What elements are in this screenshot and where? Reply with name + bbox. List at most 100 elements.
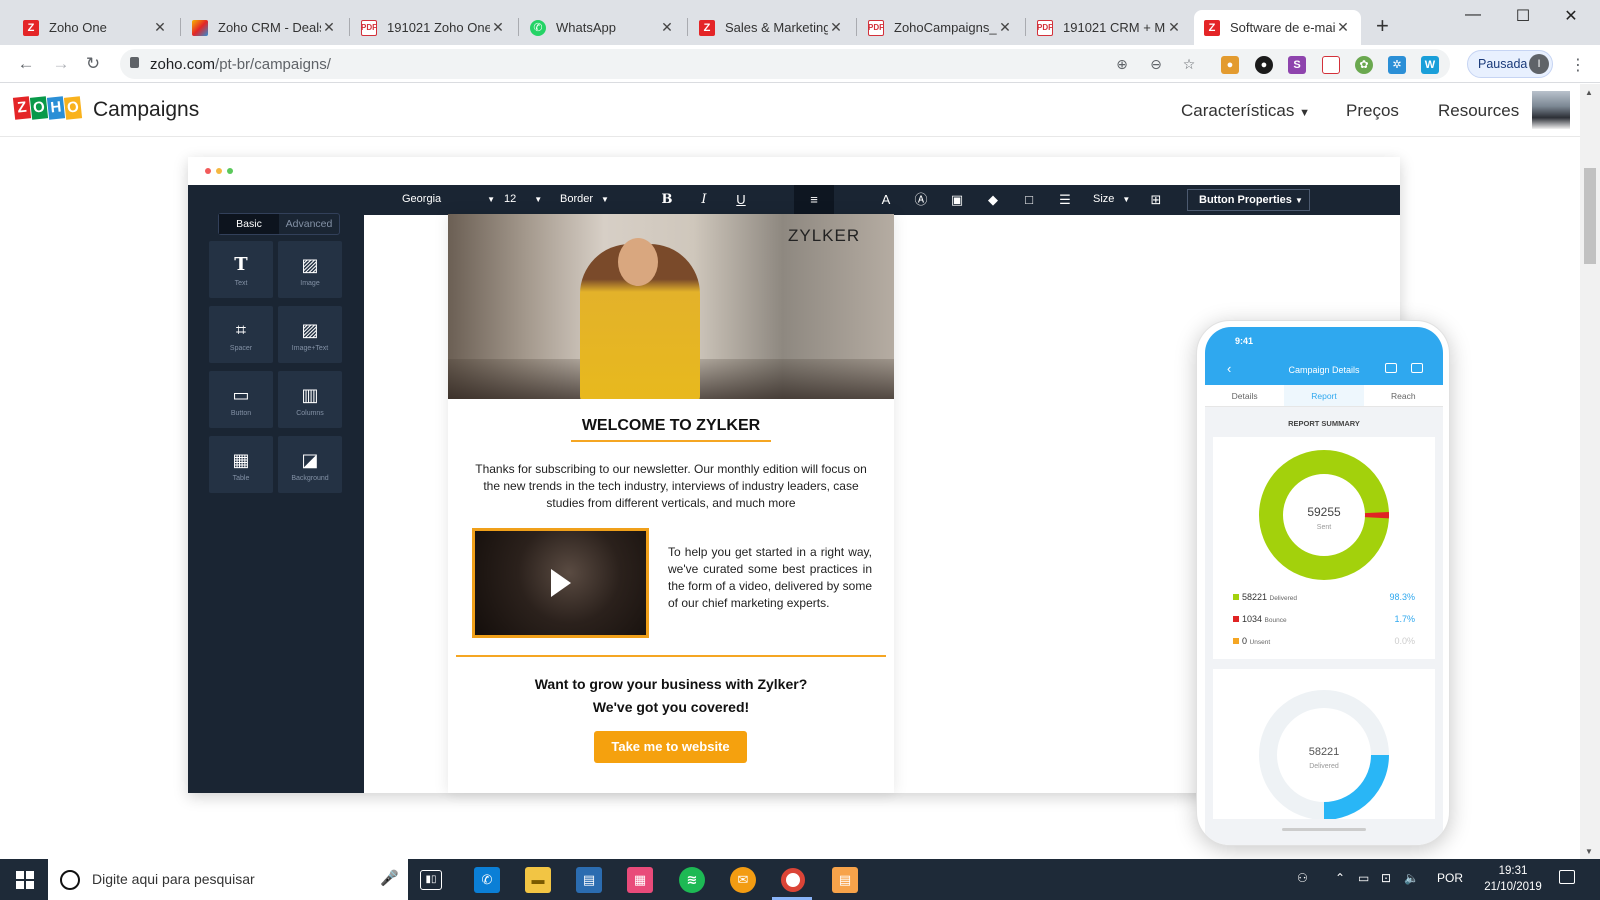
task-view-icon[interactable]: ▮▯ xyxy=(420,870,442,890)
whatsapp-taskbar-icon[interactable]: ✆ xyxy=(474,867,500,893)
cta-button[interactable]: Take me to website xyxy=(594,731,747,763)
block-spacer[interactable]: ⌗ Spacer xyxy=(209,306,273,363)
close-icon[interactable]: ✕ xyxy=(490,19,506,36)
font-size-select[interactable]: 12 ▼ xyxy=(504,193,542,205)
microphone-icon[interactable]: 🎤 xyxy=(380,869,399,887)
block-image[interactable]: ▨ Image xyxy=(278,241,342,298)
phone-tab-reach[interactable]: Reach xyxy=(1364,385,1443,406)
product-name[interactable]: Campaigns xyxy=(93,98,199,122)
block-background[interactable]: ◪ Background xyxy=(278,436,342,493)
scroll-down-icon[interactable]: ▼ xyxy=(1585,847,1593,856)
nav-pricing[interactable]: Preços xyxy=(1346,101,1399,121)
taskbar-search[interactable]: Digite aqui para pesquisar 🎤 xyxy=(48,859,408,900)
extension-w-icon[interactable]: W xyxy=(1421,56,1439,74)
underline-icon[interactable]: U xyxy=(732,191,750,209)
video-thumbnail[interactable] xyxy=(472,528,649,638)
button-properties-dropdown[interactable]: Button Properties ▼ xyxy=(1187,189,1310,211)
notifications-icon[interactable] xyxy=(1559,870,1575,884)
close-icon[interactable]: ✕ xyxy=(1335,19,1351,36)
notes-app-icon[interactable]: ▤ xyxy=(832,867,858,893)
align-center-icon[interactable]: ≡ xyxy=(805,191,823,209)
border-select[interactable]: Border ▼ xyxy=(560,193,609,205)
bold-icon[interactable]: B xyxy=(658,191,676,209)
tab-software-email[interactable]: Z Software de e-mai ✕ xyxy=(1194,10,1361,45)
language-indicator[interactable]: POR xyxy=(1437,871,1463,885)
tab-whatsapp[interactable]: ✆ WhatsApp ✕ xyxy=(520,10,685,45)
phone-tab-report[interactable]: Report xyxy=(1284,385,1364,406)
translate-icon[interactable]: ⊕ xyxy=(1114,56,1130,72)
close-icon[interactable]: ✕ xyxy=(152,19,168,36)
play-icon[interactable] xyxy=(551,569,571,597)
extension-pdf-icon[interactable] xyxy=(1322,56,1340,74)
tab-zohocampaigns-pdf[interactable]: PDF ZohoCampaigns_P ✕ xyxy=(858,10,1023,45)
scroll-up-icon[interactable]: ▲ xyxy=(1585,88,1593,97)
extension-gear-icon[interactable]: ✲ xyxy=(1388,56,1406,74)
maximize-button[interactable]: ☐ xyxy=(1500,6,1546,26)
nav-resources[interactable]: Resources xyxy=(1438,101,1519,121)
tab-191021-crm-mk[interactable]: PDF 191021 CRM + Mk ✕ xyxy=(1027,10,1192,45)
padding-icon[interactable]: ☰ xyxy=(1056,191,1074,209)
close-icon[interactable]: ✕ xyxy=(828,19,844,36)
mail-app-icon[interactable]: ✉ xyxy=(730,867,756,893)
link-icon[interactable]: ⊞ xyxy=(1147,191,1165,209)
extension-crm-icon[interactable]: ● xyxy=(1221,56,1239,74)
url-bar[interactable]: zoho.com/pt-br/campaigns/ ⊕ ⊖ ☆ xyxy=(120,49,1450,79)
bookmark-star-icon[interactable]: ☆ xyxy=(1181,56,1197,72)
scroll-thumb[interactable] xyxy=(1584,168,1596,264)
new-tab-button[interactable]: + xyxy=(1376,13,1389,39)
tab-zoho-crm-deals[interactable]: Zoho CRM - Deals ✕ xyxy=(182,10,347,45)
close-icon[interactable]: ✕ xyxy=(1166,19,1182,36)
italic-icon[interactable]: I xyxy=(695,191,713,209)
highlight-icon[interactable]: Ⓐ xyxy=(912,191,930,209)
tab-zoho-one[interactable]: Z Zoho One ✕ xyxy=(13,10,178,45)
block-button[interactable]: ▭ Button xyxy=(209,371,273,428)
font-select[interactable]: Georgia ▼ xyxy=(402,193,495,205)
nav-features[interactable]: Características ▼ xyxy=(1181,101,1310,121)
font-color-icon[interactable]: A xyxy=(877,191,895,209)
border-box-icon[interactable]: □ xyxy=(1020,191,1038,209)
extension-s-icon[interactable]: S xyxy=(1288,56,1306,74)
profile-button[interactable]: Pausada I xyxy=(1467,50,1553,78)
block-text[interactable]: T Text xyxy=(209,241,273,298)
user-photo[interactable] xyxy=(1532,91,1570,129)
extension-cluster-icon[interactable]: ✿ xyxy=(1355,56,1373,74)
size-select[interactable]: Size ▼ xyxy=(1093,193,1130,205)
browser-menu-icon[interactable]: ⋮ xyxy=(1570,55,1586,75)
image-insert-icon[interactable]: ▣ xyxy=(948,191,966,209)
battery-icon[interactable]: ▭ xyxy=(1358,871,1369,885)
fill-color-icon[interactable]: ◆ xyxy=(984,191,1002,209)
people-icon[interactable]: ⚇ xyxy=(1297,871,1308,885)
tab-basic[interactable]: Basic xyxy=(219,214,279,234)
zoom-icon[interactable]: ⊖ xyxy=(1148,56,1164,72)
block-columns[interactable]: ▥ Columns xyxy=(278,371,342,428)
spotify-icon[interactable]: ≋ xyxy=(679,867,705,893)
block-table[interactable]: ▦ Table xyxy=(209,436,273,493)
minimize-button[interactable]: — xyxy=(1450,6,1496,24)
tray-chevron-icon[interactable]: ⌃ xyxy=(1335,871,1345,885)
page-scrollbar[interactable]: ▲ ▼ xyxy=(1580,84,1600,859)
tab-191021-zoho-one[interactable]: PDF 191021 Zoho One ✕ xyxy=(351,10,516,45)
mail-icon[interactable] xyxy=(1385,363,1397,373)
network-icon[interactable]: ⊡ xyxy=(1381,871,1391,885)
close-icon[interactable]: ✕ xyxy=(997,19,1013,36)
monitor-app-icon[interactable]: ▤ xyxy=(576,867,602,893)
chrome-icon[interactable] xyxy=(781,868,805,892)
close-icon[interactable]: ✕ xyxy=(321,19,337,36)
presentation-app-icon[interactable]: ▦ xyxy=(627,867,653,893)
taskbar-clock[interactable]: 19:31 21/10/2019 xyxy=(1478,863,1548,895)
window-close-button[interactable]: ✕ xyxy=(1548,6,1594,26)
extension-dots-icon[interactable]: ● xyxy=(1255,56,1273,74)
volume-icon[interactable]: 🔈 xyxy=(1404,871,1419,885)
reload-button[interactable]: ↻ xyxy=(83,54,103,74)
windows-start-icon[interactable] xyxy=(16,871,34,889)
forward-button[interactable]: → xyxy=(51,54,71,74)
copy-icon[interactable] xyxy=(1411,363,1423,373)
tab-advanced[interactable]: Advanced xyxy=(279,214,339,234)
phone-tab-details[interactable]: Details xyxy=(1205,385,1284,406)
back-button[interactable]: ← xyxy=(16,54,36,74)
zoho-logo[interactable]: Z O H O xyxy=(12,96,83,120)
tab-sales-marketing[interactable]: Z Sales & Marketing ✕ xyxy=(689,10,854,45)
close-icon[interactable]: ✕ xyxy=(659,19,675,36)
file-explorer-icon[interactable]: ▬ xyxy=(525,867,551,893)
block-image-text[interactable]: ▨ Image+Text xyxy=(278,306,342,363)
